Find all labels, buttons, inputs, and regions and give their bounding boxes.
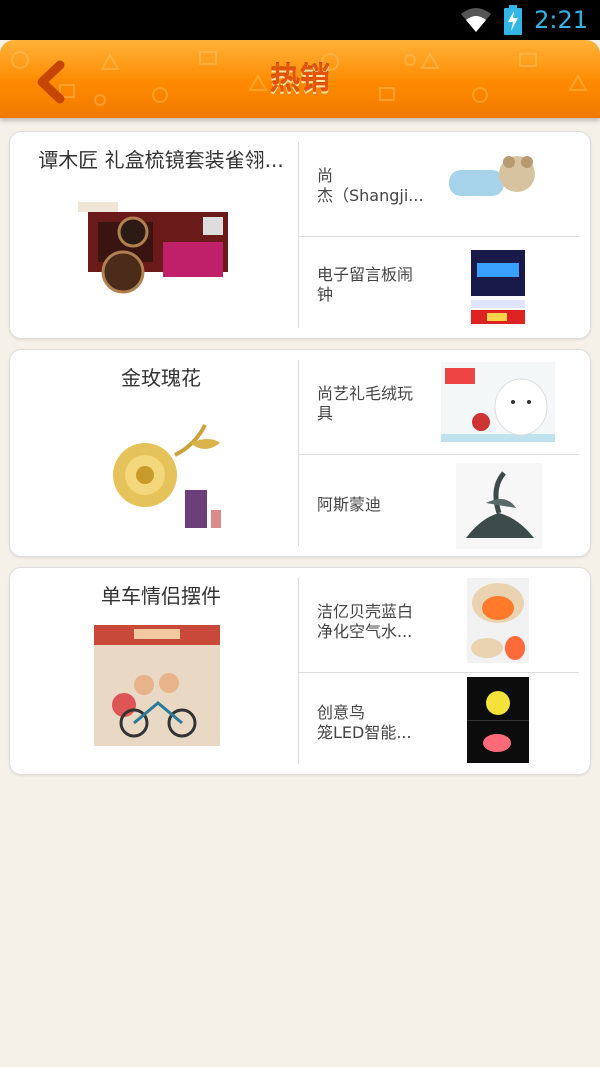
product-name: 创意鸟 笼LED智能... [317,703,412,742]
product-name: 阿斯蒙迪 [317,495,382,514]
product-name: 尚艺礼毛绒玩 具 [317,384,414,423]
dark-figurine-image [456,463,542,549]
led-message-board-clock-image [467,245,529,327]
status-bar: 2:21 [0,0,600,40]
product-item-large[interactable]: 谭木匠 礼盒梳镜套装雀翎... [10,132,298,338]
page-title: 热销 [270,62,330,97]
product-item-small[interactable]: 创意鸟 笼LED智能... [299,673,579,768]
product-item-small[interactable]: 尚 杰（Shangji... [299,142,579,235]
product-item-small[interactable]: 尚艺礼毛绒玩 具 [299,360,579,453]
plush-cat-toy-image [441,362,555,442]
birdcage-led-lamp-image [467,677,529,763]
product-name: 尚 杰（Shangji... [317,166,424,205]
product-card: 谭木匠 礼盒梳镜套装雀翎... 尚 杰（Shangji... 电子留言板闹 钟 [9,131,591,339]
product-item-large[interactable]: 单车情侣摆件 [10,568,298,774]
product-item-large[interactable]: 金玫瑰花 [10,350,298,556]
product-item-small[interactable]: 洁亿贝壳蓝白 净化空气水... [299,578,579,671]
clock: 2:21 [534,6,588,34]
title-bar: 热销 [0,40,600,118]
product-item-small[interactable]: 阿斯蒙迪 [299,455,579,550]
product-name: 金玫瑰花 [121,366,201,390]
product-name: 洁亿贝壳蓝白 净化空气水... [317,602,414,641]
battery-charging-icon [504,5,523,35]
shell-lamp-image [467,578,529,663]
product-name: 谭木匠 礼盒梳镜套装雀翎... [38,148,284,172]
wifi-icon [461,8,492,32]
plush-dog-pillow-image [439,144,569,214]
product-card: 金玫瑰花 尚艺礼毛绒玩 具 阿斯蒙迪 [9,349,591,557]
product-card: 单车情侣摆件 洁亿贝壳蓝白 净化空气水... 创意鸟 笼LED智能... [9,567,591,775]
product-name: 单车情侣摆件 [101,584,221,608]
bicycle-couple-ornament-image [94,625,220,746]
comb-mirror-gift-box-image [78,202,228,294]
product-name: 电子留言板闹 钟 [317,265,414,304]
product-item-small[interactable]: 电子留言板闹 钟 [299,237,579,332]
gold-rose-image [113,424,221,528]
